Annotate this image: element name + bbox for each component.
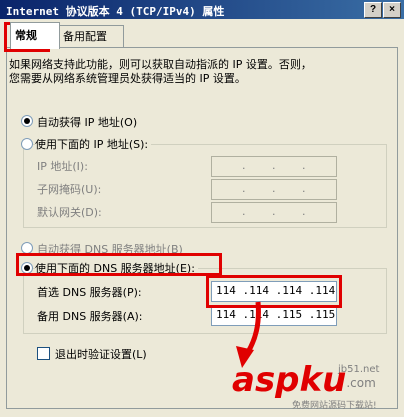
subnet-mask-label: 子网掩码(U): xyxy=(37,183,102,196)
ipv4-properties-dialog: Internet 协议版本 4 (TCP/IPv4) 属性 ? × 常规 备用配… xyxy=(0,0,404,417)
auto-ip-label: 自动获得 IP 地址(O) xyxy=(37,116,138,129)
title-bar: Internet 协议版本 4 (TCP/IPv4) 属性 ? × xyxy=(0,0,404,19)
watermark-logo-suffix: .com xyxy=(346,376,376,390)
watermark-logo: aspku.com xyxy=(232,360,376,400)
ip-address-label: IP 地址(I): xyxy=(37,160,88,173)
tab-general-label: 常规 xyxy=(15,29,37,42)
validate-checkbox[interactable] xyxy=(37,347,50,360)
watermark-logo-part1: asp xyxy=(232,360,300,400)
tab-general[interactable]: 常规 xyxy=(10,22,60,49)
manual-ip-radio[interactable] xyxy=(21,138,33,150)
watermark-logo-part2: ku xyxy=(299,360,347,400)
tab-alternate-config-label: 备用配置 xyxy=(63,30,107,43)
auto-ip-radio[interactable] xyxy=(21,115,33,127)
alternate-dns-label: 备用 DNS 服务器(A): xyxy=(37,310,143,323)
validate-label: 退出时验证设置(L) xyxy=(55,348,147,361)
preferred-dns-label: 首选 DNS 服务器(P): xyxy=(37,286,142,299)
dns-option-highlight-box xyxy=(16,253,222,276)
manual-ip-label: 使用下面的 IP 地址(S): xyxy=(35,136,152,152)
watermark-tagline: 免费网站源码下载站! xyxy=(292,401,377,411)
description-line-2: 您需要从网络系统管理员处获得适当的 IP 设置。 xyxy=(9,72,246,85)
general-panel: 如果网络支持此功能，则可以获取自动指派的 IP 设置。否则， 您需要从网络系统管… xyxy=(6,47,398,409)
close-button[interactable]: × xyxy=(383,2,401,18)
ip-address-field[interactable]: ... xyxy=(211,156,337,177)
window-title: Internet 协议版本 4 (TCP/IPv4) 属性 xyxy=(6,5,225,18)
subnet-mask-field[interactable]: ... xyxy=(211,179,337,200)
default-gateway-label: 默认网关(D): xyxy=(37,206,102,219)
tab-alternate-config[interactable]: 备用配置 xyxy=(58,25,124,48)
default-gateway-field[interactable]: ... xyxy=(211,202,337,223)
help-button[interactable]: ? xyxy=(364,2,382,18)
